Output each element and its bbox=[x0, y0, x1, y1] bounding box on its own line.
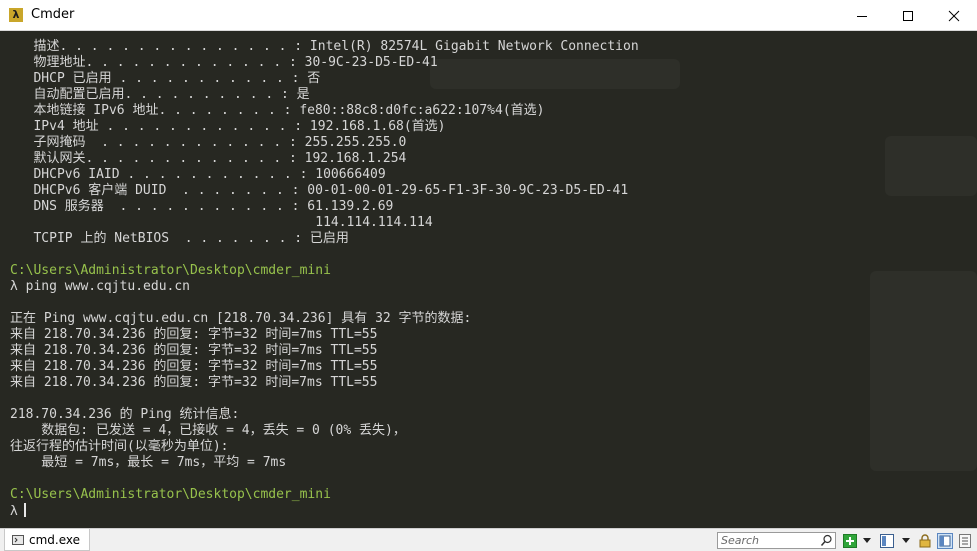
console-line: 往返行程的估计时间(以毫秒为单位): bbox=[10, 439, 229, 454]
console-line: 来自 218.70.34.236 的回复: 字节=32 时间=7ms TTL=5… bbox=[10, 359, 378, 374]
console-line: 最短 = 7ms，最长 = 7ms，平均 = 7ms bbox=[10, 455, 287, 470]
menu-icon bbox=[959, 533, 971, 548]
dropdown-arrow-icon bbox=[863, 537, 871, 543]
window-title: Cmder bbox=[31, 7, 75, 22]
minimize-icon bbox=[857, 15, 867, 17]
search-placeholder: Search bbox=[721, 534, 760, 547]
close-icon bbox=[948, 10, 960, 21]
console-line: DNS 服务器 . . . . . . . . . . . : 61.139.2… bbox=[10, 199, 394, 214]
console-line: 自动配置已启用. . . . . . . . . . : 是 bbox=[10, 87, 310, 102]
console-line: DHCPv6 客户端 DUID . . . . . . . : 00-01-00… bbox=[10, 183, 629, 198]
console-line: 来自 218.70.34.236 的回复: 字节=32 时间=7ms TTL=5… bbox=[10, 327, 378, 342]
console-line: 物理地址. . . . . . . . . . . . . : 30-9C-23… bbox=[10, 55, 438, 70]
text-cursor bbox=[23, 503, 26, 517]
view-toggle-button[interactable] bbox=[937, 532, 953, 549]
new-console-plus-icon bbox=[843, 533, 857, 548]
console-line: 来自 218.70.34.236 的回复: 字节=32 时间=7ms TTL=5… bbox=[10, 343, 378, 358]
console-line: 本地链接 IPv6 地址. . . . . . . . : fe80::88c8… bbox=[10, 103, 545, 118]
console-line: 描述. . . . . . . . . . . . . . . : Intel(… bbox=[10, 39, 639, 54]
cmder-lambda-icon[interactable]: λ bbox=[9, 8, 23, 22]
status-bar: cmd.exe Search bbox=[0, 528, 977, 551]
layout-dropdown[interactable] bbox=[901, 532, 911, 549]
console-line: 来自 218.70.34.236 的回复: 字节=32 时间=7ms TTL=5… bbox=[10, 375, 378, 390]
dropdown-arrow-icon bbox=[902, 537, 910, 543]
search-icon[interactable] bbox=[820, 534, 833, 547]
new-console-dropdown[interactable] bbox=[862, 532, 872, 549]
console-line: 218.70.34.236 的 Ping 统计信息: bbox=[10, 407, 240, 422]
console-line: DHCPv6 IAID . . . . . . . . . . . : 1006… bbox=[10, 167, 386, 182]
close-button[interactable] bbox=[931, 0, 977, 31]
console-line: TCPIP 上的 NetBIOS . . . . . . . : 已启用 bbox=[10, 231, 349, 246]
console-line: 数据包: 已发送 = 4，已接收 = 4，丢失 = 0 (0% 丢失)， bbox=[10, 423, 406, 438]
terminal-icon bbox=[12, 534, 24, 545]
tab-label: cmd.exe bbox=[29, 532, 81, 547]
console-output-area[interactable]: 描述. . . . . . . . . . . . . . . : Intel(… bbox=[0, 31, 977, 528]
menu-button[interactable] bbox=[958, 532, 972, 549]
console-line: 正在 Ping www.cqjtu.edu.cn [218.70.34.236]… bbox=[10, 311, 472, 326]
console-line: 默认网关. . . . . . . . . . . . . : 192.168.… bbox=[10, 151, 407, 166]
minimize-button[interactable] bbox=[839, 0, 885, 31]
console-line: λ ping www.cqjtu.edu.cn bbox=[10, 279, 191, 294]
view-toggle-icon bbox=[937, 532, 953, 549]
console-line: 114.114.114.114 bbox=[10, 215, 433, 230]
layout-button[interactable] bbox=[880, 532, 894, 549]
console-tab[interactable]: cmd.exe bbox=[4, 529, 90, 551]
new-console-button[interactable] bbox=[843, 532, 857, 549]
prompt-path-line: C:\Users\Administrator\Desktop\cmder_min… bbox=[10, 263, 331, 278]
prompt-path-line: C:\Users\Administrator\Desktop\cmder_min… bbox=[10, 487, 331, 502]
search-input[interactable]: Search bbox=[717, 532, 836, 549]
lock-icon bbox=[919, 533, 931, 547]
console-text: 描述. . . . . . . . . . . . . . . : Intel(… bbox=[10, 39, 639, 519]
title-bar: λ Cmder bbox=[0, 0, 977, 31]
console-line: λ bbox=[10, 503, 639, 519]
maximize-icon bbox=[903, 10, 913, 21]
background-window-bleed bbox=[885, 136, 977, 196]
lock-button[interactable] bbox=[918, 532, 932, 549]
console-line: IPv4 地址 . . . . . . . . . . . . : 192.16… bbox=[10, 119, 446, 134]
maximize-button[interactable] bbox=[885, 0, 931, 31]
background-window-bleed bbox=[870, 271, 977, 471]
console-line: 子网掩码 . . . . . . . . . . . . : 255.255.2… bbox=[10, 135, 407, 150]
split-layout-icon bbox=[880, 533, 894, 548]
console-line: DHCP 已启用 . . . . . . . . . . . : 否 bbox=[10, 71, 321, 86]
